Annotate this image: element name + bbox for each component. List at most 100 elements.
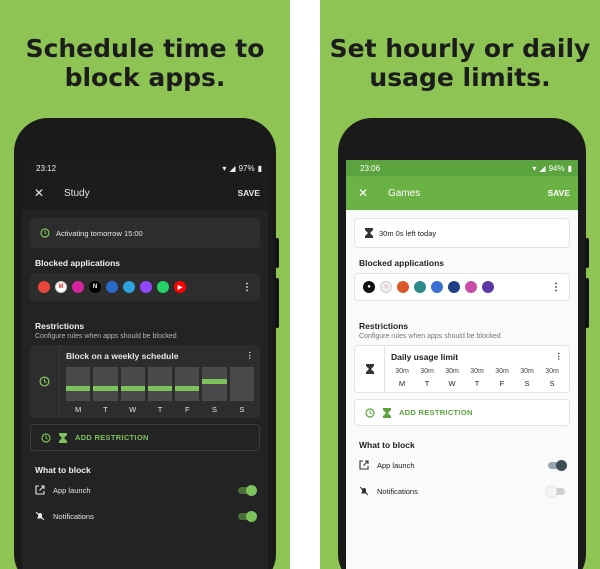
close-icon[interactable]: ✕ <box>34 186 54 200</box>
schedule-day: F <box>175 367 200 414</box>
game-icon-2: ○ <box>380 281 392 293</box>
app-launch-row[interactable]: App launch <box>346 452 578 478</box>
clock-icon <box>40 228 50 238</box>
schedule-day: T <box>147 367 173 414</box>
schedule-bar <box>93 367 118 401</box>
save-button[interactable]: SAVE <box>547 188 570 198</box>
add-restriction-button[interactable]: ADD RESTRICTION <box>354 399 570 426</box>
limit-value: 30m <box>395 368 409 375</box>
clock-icon <box>41 432 51 443</box>
more-options-icon[interactable]: ⋮ <box>246 350 255 361</box>
schedule-bar <box>202 367 227 401</box>
notifications-row[interactable]: Notifications <box>346 478 578 504</box>
day-letter: T <box>424 379 430 388</box>
schedule-block <box>66 385 91 391</box>
whatsapp-icon <box>157 281 169 293</box>
phone-screen: 23:06 ▾ ◢ 94% ▮ ✕ Games SAVE 30m 0s left… <box>346 160 578 569</box>
day-letter: T <box>103 405 108 414</box>
left-promo-panel: Schedule time to block apps. 23:12 ▾ ◢ 9… <box>0 0 290 569</box>
day-letter: T <box>157 405 163 414</box>
app-launch-row[interactable]: App launch <box>22 477 268 503</box>
limit-day: 30m S <box>541 368 563 388</box>
game-icon-4 <box>414 281 426 293</box>
app-launch-label: App launch <box>377 460 415 470</box>
phone-frame: 23:12 ▾ ◢ 97% ▮ ✕ Study SAVE Activating … <box>14 118 279 569</box>
promo-headline: Set hourly or daily usage limits. <box>329 34 591 92</box>
hourglass-icon <box>365 228 373 238</box>
weekly-schedule: MTWTFSS <box>66 367 254 414</box>
save-button[interactable]: SAVE <box>237 188 260 198</box>
schedule-bar <box>120 367 145 401</box>
status-time: 23:06 <box>360 163 381 173</box>
more-options-icon[interactable]: ⋮ <box>551 282 561 293</box>
signal-icon: ◢ <box>229 163 236 173</box>
blocked-apps-list[interactable]: ● ○ ⋮ <box>354 273 570 301</box>
limit-value: 30m <box>545 368 559 375</box>
app-launch-toggle[interactable] <box>238 484 257 496</box>
schedule-day: T <box>93 367 118 414</box>
restrictions-heading: Restrictions <box>35 321 85 331</box>
profile-title: Games <box>388 187 421 199</box>
limit-title: Daily usage limit <box>391 351 459 362</box>
app-icon <box>106 281 118 293</box>
notifications-toggle[interactable] <box>546 485 565 497</box>
schedule-bar <box>229 367 254 401</box>
limit-value: 30m <box>520 368 534 375</box>
status-time: 23:12 <box>36 163 57 173</box>
profile-title: Study <box>64 187 90 199</box>
schedule-bar <box>147 367 173 401</box>
blocked-apps-list[interactable]: M N ▶ ⋮ <box>30 273 260 301</box>
day-letter: S <box>549 379 555 388</box>
limit-day: 30m M <box>391 368 413 388</box>
activation-text: Activating tomorrow 15:00 <box>56 228 143 238</box>
schedule-block <box>202 378 227 384</box>
restrictions-subtitle: Configure rules when apps should be bloc… <box>359 333 501 340</box>
day-letter: S <box>239 405 245 414</box>
schedule-bar <box>66 367 91 401</box>
usage-limit-card[interactable]: Daily usage limit ⋮ 30m M 30m T 30m W 30m T 30m F… <box>354 345 570 393</box>
schedule-restriction-card[interactable]: Block on a weekly schedule ⋮ M T W T F S S <box>30 345 260 418</box>
time-left-text: 30m 0s left today <box>379 228 437 238</box>
restrictions-subtitle: Configure rules when apps should be bloc… <box>35 333 177 340</box>
hourglass-icon <box>59 432 67 443</box>
telegram-icon <box>123 281 135 293</box>
instagram-icon <box>72 281 84 293</box>
open-in-new-icon <box>35 485 45 495</box>
schedule-day: S <box>202 367 227 414</box>
notifications-off-icon <box>35 511 45 521</box>
hourglass-icon <box>365 364 374 374</box>
promo-headline: Schedule time to block apps. <box>25 34 265 92</box>
netflix-icon: N <box>89 281 101 293</box>
add-restriction-button[interactable]: ADD RESTRICTION <box>30 424 260 451</box>
schedule-title: Block on a weekly schedule <box>66 350 179 361</box>
notifications-label: Notifications <box>377 486 418 496</box>
app-launch-toggle[interactable] <box>548 459 567 471</box>
schedule-day: S <box>229 367 254 414</box>
limit-day: 30m S <box>516 368 538 388</box>
notifications-label: Notifications <box>53 511 94 521</box>
twitch-icon <box>140 281 152 293</box>
more-options-icon[interactable]: ⋮ <box>242 282 252 293</box>
notifications-toggle[interactable] <box>238 510 257 522</box>
day-letter: S <box>212 405 218 414</box>
what-to-block-heading: What to block <box>359 440 415 450</box>
notifications-row[interactable]: Notifications <box>22 503 268 529</box>
battery-percent: 94% <box>548 163 565 173</box>
day-letter: M <box>75 405 82 414</box>
day-letter: F <box>184 405 190 414</box>
status-bar: 23:12 ▾ ◢ 97% ▮ <box>22 160 268 176</box>
day-letter: T <box>474 379 480 388</box>
day-letter: S <box>524 379 530 388</box>
notifications-off-icon <box>359 486 369 496</box>
limit-day: 30m T <box>466 368 488 388</box>
daily-limits: 30m M 30m T 30m W 30m T 30m F 30m S 30m S <box>391 368 563 388</box>
close-icon[interactable]: ✕ <box>358 186 378 200</box>
schedule-block <box>120 385 145 391</box>
app-bar: ✕ Games SAVE <box>346 176 578 210</box>
chrome-icon <box>38 281 50 293</box>
limit-day: 30m F <box>491 368 513 388</box>
more-options-icon[interactable]: ⋮ <box>555 351 564 362</box>
limit-day: 30m W <box>441 368 463 388</box>
activation-info-card: Activating tomorrow 15:00 <box>30 218 260 248</box>
limit-value: 30m <box>495 368 509 375</box>
